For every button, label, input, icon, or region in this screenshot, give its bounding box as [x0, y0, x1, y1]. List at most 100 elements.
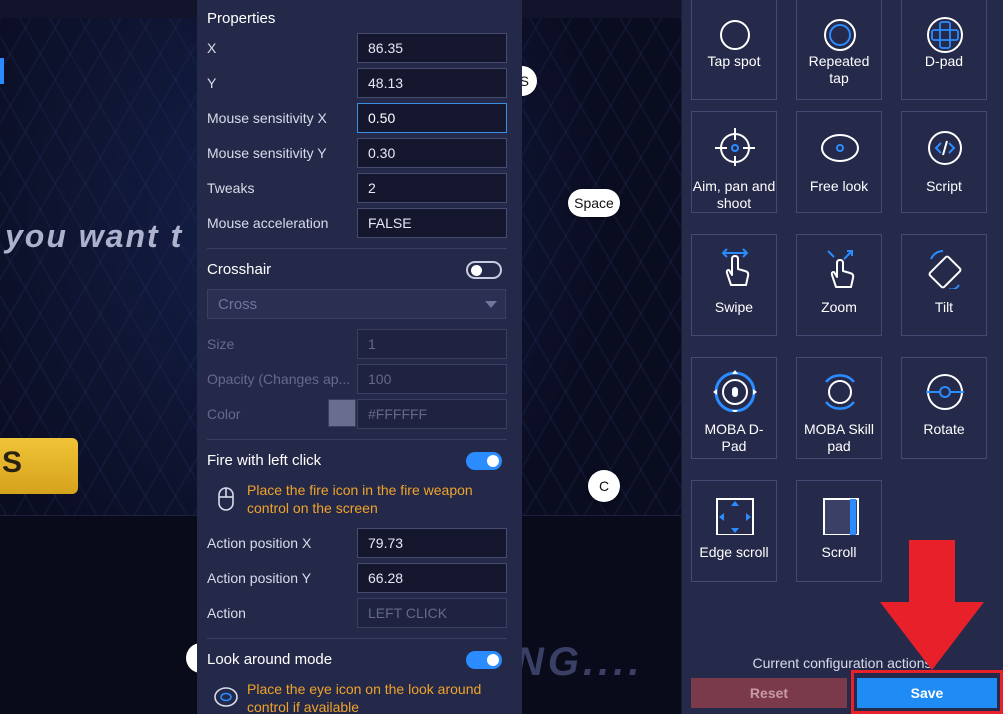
crosshair-type-select[interactable]: Cross: [207, 289, 506, 319]
prop-tweaks-row: Tweaks 2: [207, 173, 507, 203]
scroll-icon: [823, 498, 859, 535]
control-script[interactable]: Script: [901, 111, 987, 213]
fire-action-y-label: Action position Y: [207, 570, 312, 586]
fire-title: Fire with left click: [207, 452, 322, 469]
mouse-icon: [218, 487, 234, 511]
key-bubble-space[interactable]: Space: [568, 189, 620, 217]
fire-action-y-input[interactable]: 66.28: [357, 563, 507, 593]
crosshair-toggle[interactable]: [466, 261, 502, 279]
control-moba-skill-pad[interactable]: MOBA Skill pad: [796, 357, 882, 459]
crosshair-opacity-label: Opacity (Changes ap...: [207, 371, 351, 387]
double-circle-icon: [824, 19, 856, 51]
prop-mouse-sens-x-label: Mouse sensitivity X: [207, 110, 327, 126]
control-label: D-pad: [924, 53, 964, 69]
prop-tweaks-input[interactable]: 2: [357, 173, 507, 203]
crosshair-opacity-input[interactable]: 100: [357, 364, 507, 394]
prop-mouse-sens-y-row: Mouse sensitivity Y 0.30: [207, 138, 507, 168]
fire-action-row: Action LEFT CLICK: [207, 598, 507, 628]
properties-title: Properties: [207, 10, 276, 27]
key-bubble-c[interactable]: C: [588, 470, 620, 502]
control-label: Script: [926, 178, 962, 194]
control-repeated-tap[interactable]: Repeated tap: [796, 0, 882, 100]
control-label: Repeated tap: [808, 53, 870, 86]
prop-mouse-sens-x-row: Mouse sensitivity X 0.50: [207, 103, 507, 133]
control-label: Aim, pan and shoot: [692, 178, 776, 211]
divider: [207, 638, 507, 639]
game-yellow-button: S: [0, 438, 78, 494]
prop-tweaks-label: Tweaks: [207, 180, 255, 196]
tilt-icon: [928, 250, 962, 289]
rotate-icon: [926, 374, 964, 410]
prop-x-row: X 86.35: [207, 33, 507, 63]
fire-hint: Place the fire icon in the fire weapon c…: [247, 482, 473, 516]
prop-y-label: Y: [207, 75, 217, 91]
control-label: Tilt: [934, 299, 954, 315]
crosshair-icon: [715, 128, 755, 166]
crosshair-size-row: Size 1: [207, 329, 507, 359]
control-label: Tap spot: [707, 53, 761, 69]
prop-mouse-accel-row: Mouse acceleration FALSE: [207, 208, 507, 238]
properties-panel: Properties X 86.35 Y 48.13 Mouse sensiti…: [197, 0, 522, 714]
divider: [207, 248, 507, 249]
control-aim-pan-shoot[interactable]: Aim, pan and shoot: [691, 111, 777, 213]
control-scroll[interactable]: Scroll: [796, 480, 882, 582]
fire-action-label: Action: [207, 605, 246, 621]
look-around-toggle[interactable]: [466, 651, 502, 669]
look-around-title: Look around mode: [207, 651, 333, 668]
fire-action-input[interactable]: LEFT CLICK: [357, 598, 507, 628]
fire-action-x-label: Action position X: [207, 535, 312, 551]
reset-button[interactable]: Reset: [691, 678, 847, 708]
edge-scroll-icon: [716, 498, 754, 535]
crosshair-title: Crosshair: [207, 261, 272, 278]
fire-toggle[interactable]: [466, 452, 502, 470]
circle-icon: [720, 20, 750, 50]
control-label: MOBA D-Pad: [704, 421, 764, 454]
dpad-icon: [927, 17, 963, 53]
control-moba-d-pad[interactable]: MOBA D-Pad: [691, 357, 777, 459]
prop-mouse-sens-x-input[interactable]: 0.50: [357, 103, 507, 133]
fire-action-x-input[interactable]: 79.73: [357, 528, 507, 558]
prop-y-row: Y 48.13: [207, 68, 507, 98]
prop-x-input[interactable]: 86.35: [357, 33, 507, 63]
prop-mouse-sens-y-label: Mouse sensitivity Y: [207, 145, 327, 161]
control-rotate[interactable]: Rotate: [901, 357, 987, 459]
control-edge-scroll[interactable]: Edge scroll: [691, 480, 777, 582]
fire-action-x-row: Action position X 79.73: [207, 528, 507, 558]
code-icon: [928, 131, 962, 165]
save-button[interactable]: Save: [857, 678, 997, 708]
moba-dpad-icon: [713, 370, 757, 412]
prop-mouse-sens-y-input[interactable]: 0.30: [357, 138, 507, 168]
game-loading-text: NG....: [515, 640, 644, 684]
eye-icon: [821, 134, 859, 162]
red-arrow-icon: [880, 540, 984, 670]
control-label: MOBA Skill pad: [803, 421, 874, 454]
moba-skill-icon: [825, 374, 855, 410]
fire-action-y-row: Action position Y 66.28: [207, 563, 507, 593]
look-around-hint: Place the eye icon on the look around co…: [247, 681, 482, 714]
crosshair-type-value: Cross: [218, 295, 258, 313]
prop-mouse-accel-label: Mouse acceleration: [207, 215, 329, 231]
prop-x-label: X: [207, 40, 217, 56]
zoom-hand-icon: [827, 250, 855, 288]
divider: [207, 439, 507, 440]
control-swipe[interactable]: Swipe: [691, 234, 777, 336]
crosshair-size-input[interactable]: 1: [357, 329, 507, 359]
control-label: Zoom: [821, 299, 857, 315]
eye-icon: [214, 687, 238, 707]
chevron-down-icon: [485, 301, 497, 308]
control-zoom[interactable]: Zoom: [796, 234, 882, 336]
crosshair-opacity-row: Opacity (Changes ap... 100: [207, 364, 507, 394]
control-free-look[interactable]: Free look: [796, 111, 882, 213]
control-label: Free look: [809, 178, 869, 194]
crosshair-color-row: Color #FFFFFF: [207, 399, 507, 429]
control-tap-spot[interactable]: Tap spot: [691, 0, 777, 100]
crosshair-color-input[interactable]: #FFFFFF: [357, 399, 507, 429]
control-d-pad[interactable]: D-pad: [901, 0, 987, 100]
crosshair-color-swatch[interactable]: [328, 399, 356, 427]
control-label: Rotate: [923, 421, 965, 437]
swipe-hand-icon: [721, 248, 750, 286]
control-tilt[interactable]: Tilt: [901, 234, 987, 336]
game-text: you want t: [5, 218, 184, 254]
prop-y-input[interactable]: 48.13: [357, 68, 507, 98]
prop-mouse-accel-input[interactable]: FALSE: [357, 208, 507, 238]
